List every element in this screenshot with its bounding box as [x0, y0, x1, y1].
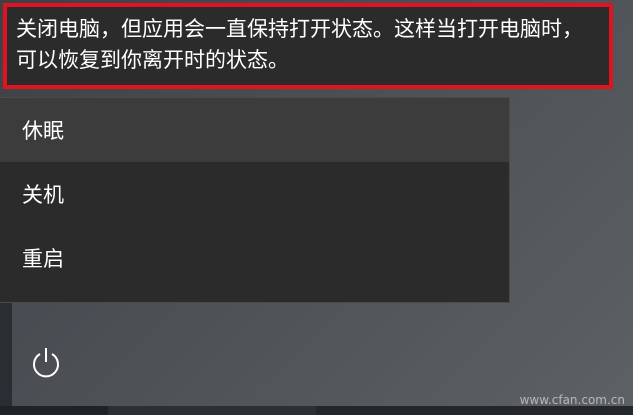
menu-item-hibernate[interactable]: 休眠	[0, 98, 509, 162]
hibernate-tooltip: 关闭电脑，但应用会一直保持打开状态。这样当打开电脑时，可以恢复到你离开时的状态。	[3, 3, 613, 89]
menu-item-label: 重启	[22, 247, 64, 271]
power-button[interactable]	[26, 340, 66, 384]
watermark: www.cfan.com.cn	[519, 393, 625, 407]
menu-item-restart[interactable]: 重启	[0, 226, 509, 290]
menu-item-shutdown[interactable]: 关机	[0, 162, 509, 226]
desktop-background-strip	[0, 300, 12, 415]
menu-item-label: 关机	[22, 183, 64, 207]
tooltip-text: 关闭电脑，但应用会一直保持打开状态。这样当打开电脑时，可以恢复到你离开时的状态。	[16, 17, 583, 72]
power-icon	[30, 345, 62, 379]
power-menu: 休眠 关机 重启	[0, 97, 510, 303]
taskbar-edge-right	[316, 406, 633, 415]
taskbar-edge-left	[0, 406, 108, 415]
menu-item-label: 休眠	[22, 119, 64, 143]
